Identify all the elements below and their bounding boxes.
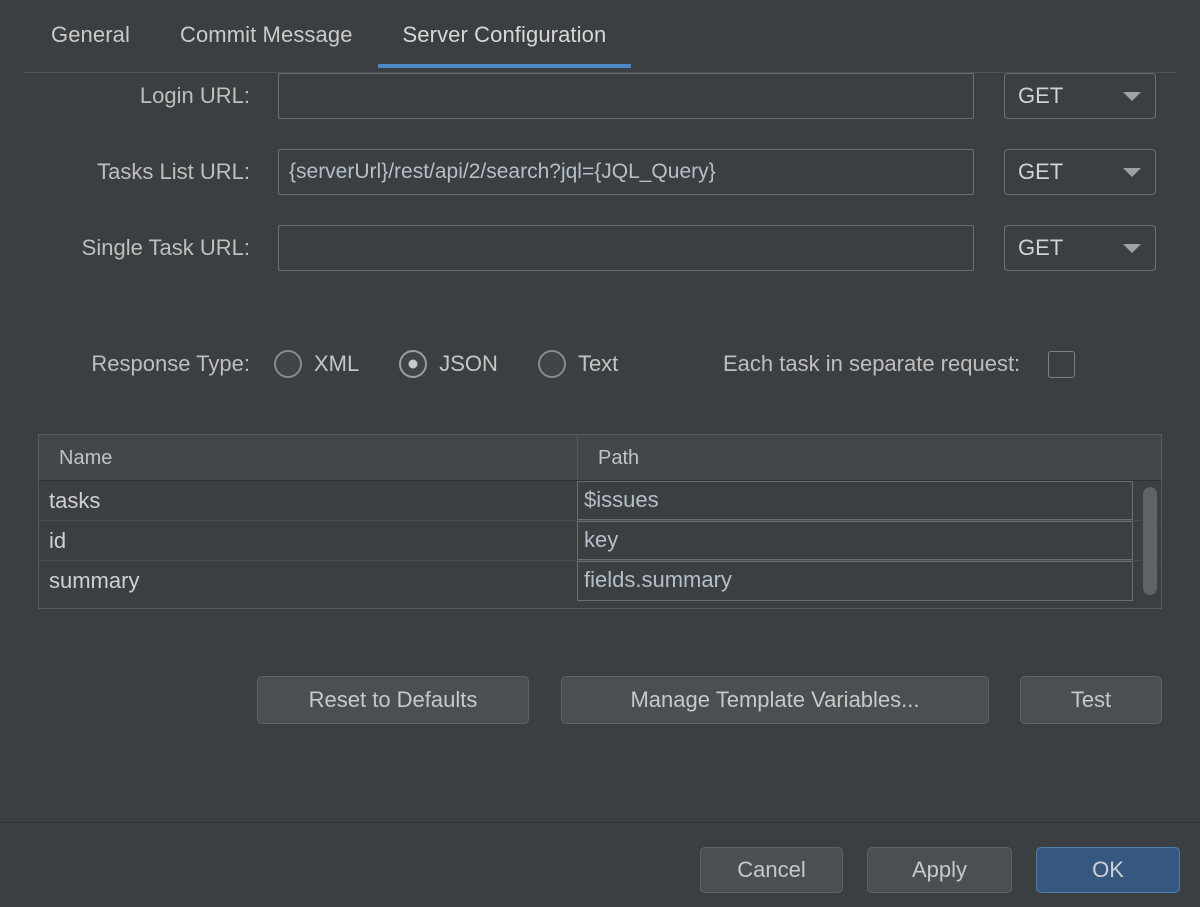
table-scrollbar-thumb[interactable] xyxy=(1143,487,1157,595)
radio-json[interactable]: JSON xyxy=(399,350,498,378)
tasks-list-url-row: Tasks List URL: GET xyxy=(0,149,1200,225)
tasks-list-url-input[interactable] xyxy=(278,149,974,195)
response-type-radio-group: XML JSON Text xyxy=(274,341,658,387)
table-row[interactable]: id key xyxy=(39,521,1161,561)
tasks-list-url-method-select[interactable]: GET xyxy=(1004,149,1156,195)
cell-path[interactable]: key xyxy=(577,521,1133,560)
radio-json-label: JSON xyxy=(439,351,498,376)
table-header-row: Name Path xyxy=(39,435,1161,481)
tasks-list-url-method-value: GET xyxy=(1018,159,1064,184)
tab-list: General Commit Message Server Configurat… xyxy=(26,0,632,68)
column-header-name[interactable]: Name xyxy=(39,435,577,480)
apply-button[interactable]: Apply xyxy=(867,847,1012,893)
table-row[interactable]: tasks $issues xyxy=(39,481,1161,521)
chevron-down-icon xyxy=(1123,244,1141,253)
action-button-bar: Reset to Defaults Manage Template Variab… xyxy=(0,676,1200,724)
separate-request-checkbox[interactable] xyxy=(1048,350,1076,378)
column-header-path[interactable]: Path xyxy=(577,435,1161,480)
radio-circle-selected-icon xyxy=(399,350,428,378)
table-row[interactable]: summary fields.summary xyxy=(39,561,1161,601)
chevron-down-icon xyxy=(1123,92,1141,101)
tab-server-configuration[interactable]: Server Configuration xyxy=(377,0,632,68)
login-url-input[interactable] xyxy=(278,73,974,119)
login-url-label: Login URL: xyxy=(139,83,250,108)
url-form: Login URL: GET Tasks List URL: GET Singl… xyxy=(0,73,1200,301)
settings-dialog: General Commit Message Server Configurat… xyxy=(0,0,1200,907)
reset-to-defaults-button[interactable]: Reset to Defaults xyxy=(257,676,529,724)
table-scrollbar[interactable] xyxy=(1141,483,1159,604)
radio-xml[interactable]: XML xyxy=(274,350,359,378)
single-task-url-row: Single Task URL: GET xyxy=(0,225,1200,301)
cell-name: summary xyxy=(49,568,140,593)
ok-button[interactable]: OK xyxy=(1036,847,1180,893)
radio-circle-icon xyxy=(274,350,302,378)
response-type-label: Response Type: xyxy=(91,351,250,376)
single-task-url-input[interactable] xyxy=(278,225,974,271)
selectors-table: Name Path tasks $issues id key summary f… xyxy=(38,434,1162,609)
cancel-button[interactable]: Cancel xyxy=(700,847,843,893)
cell-path[interactable]: $issues xyxy=(577,481,1133,520)
tasks-list-url-label: Tasks List URL: xyxy=(97,159,250,184)
response-type-row: Response Type: XML JSON Text Each task i… xyxy=(0,341,1200,387)
single-task-url-label: Single Task URL: xyxy=(81,235,250,260)
radio-xml-label: XML xyxy=(314,351,360,376)
chevron-down-icon xyxy=(1123,168,1141,177)
test-button[interactable]: Test xyxy=(1020,676,1162,724)
manage-template-variables-button[interactable]: Manage Template Variables... xyxy=(561,676,989,724)
tab-bar: General Commit Message Server Configurat… xyxy=(0,0,1200,73)
tab-commit-message[interactable]: Commit Message xyxy=(155,0,378,68)
cell-name: tasks xyxy=(49,488,101,513)
login-url-row: Login URL: GET xyxy=(0,73,1200,149)
radio-text-label: Text xyxy=(577,351,619,376)
radio-text[interactable]: Text xyxy=(537,350,619,378)
single-task-url-method-value: GET xyxy=(1018,235,1064,260)
table-body: tasks $issues id key summary fields.summ… xyxy=(39,481,1161,601)
separate-request-label: Each task in separate request: xyxy=(723,351,1021,376)
cell-path[interactable]: fields.summary xyxy=(577,561,1133,601)
single-task-url-method-select[interactable]: GET xyxy=(1004,225,1156,271)
login-url-method-value: GET xyxy=(1018,83,1064,108)
dialog-footer: Cancel Apply OK xyxy=(0,823,1200,907)
tab-general[interactable]: General xyxy=(26,0,155,68)
cell-name: id xyxy=(49,528,67,553)
separate-request-group: Each task in separate request: xyxy=(723,341,1076,387)
login-url-method-select[interactable]: GET xyxy=(1004,73,1156,119)
radio-circle-icon xyxy=(537,350,566,378)
